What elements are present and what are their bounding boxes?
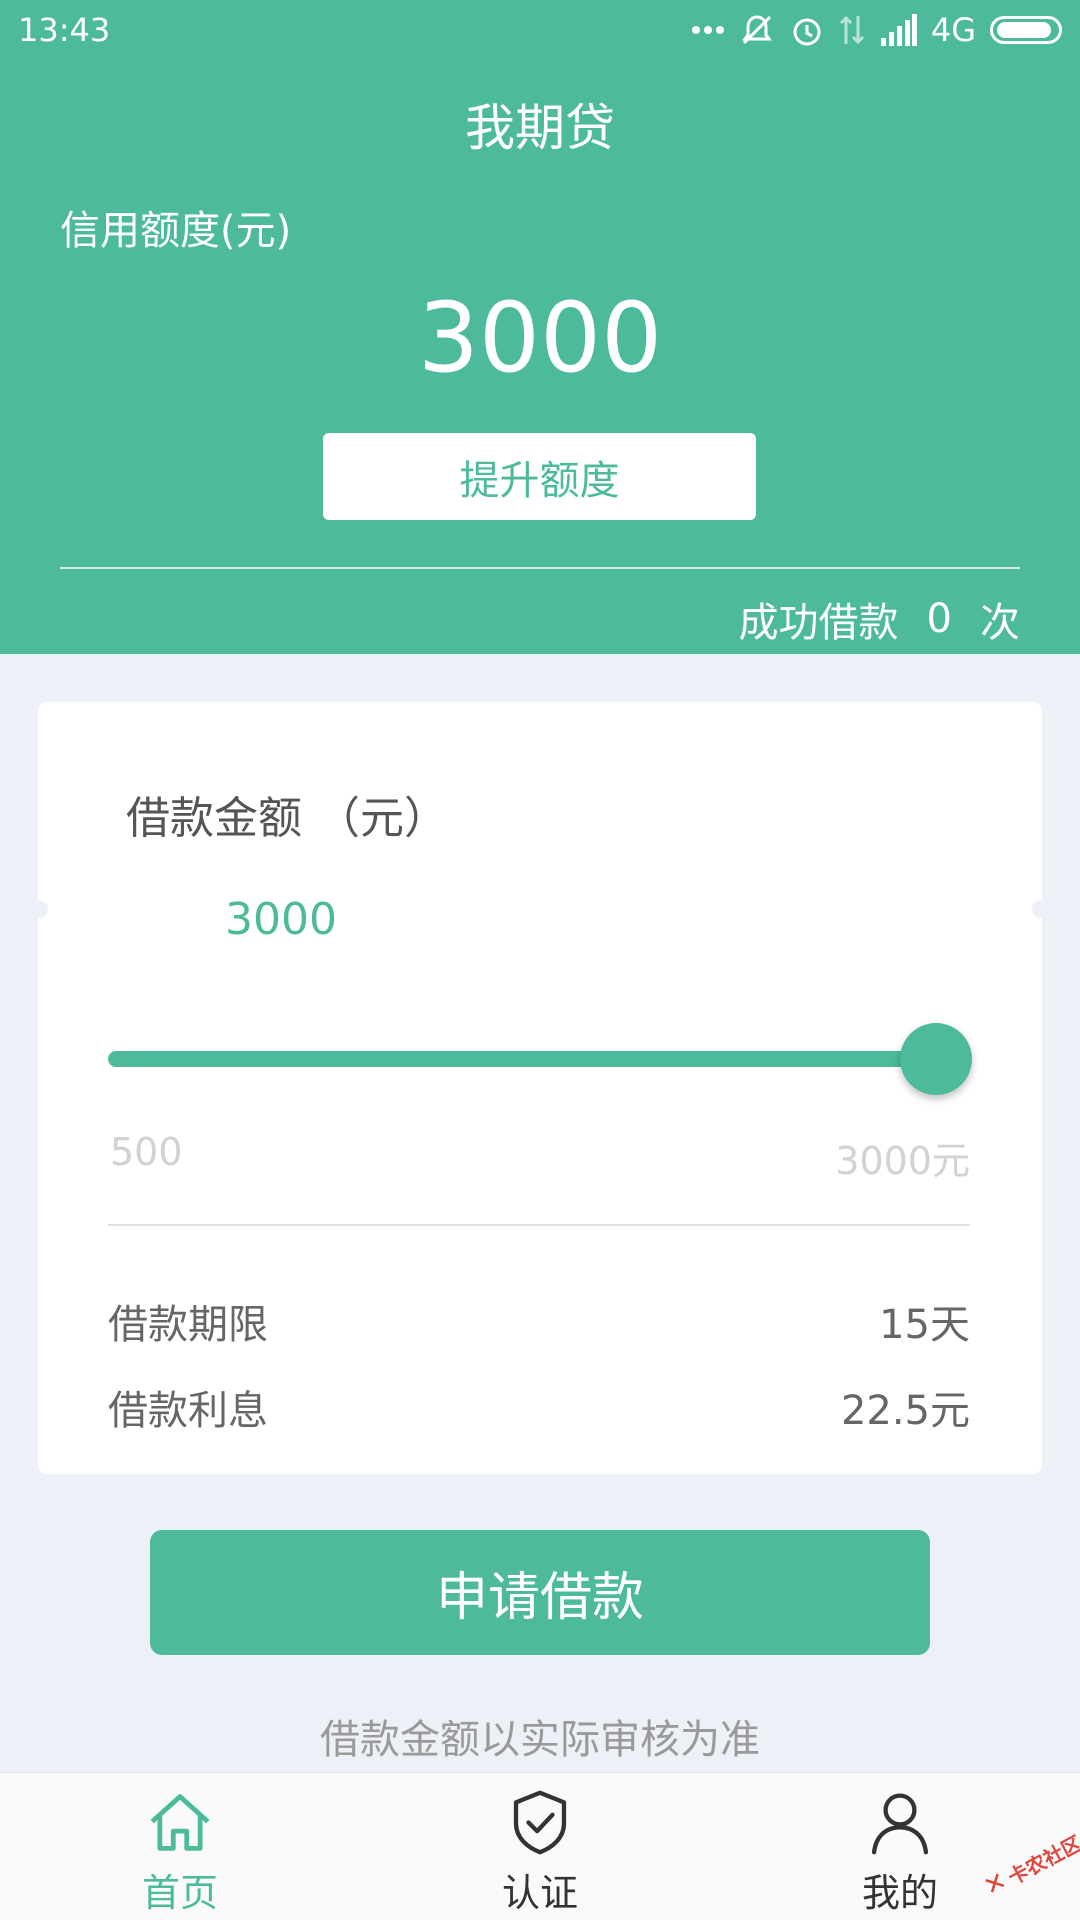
success-loans-unit: 次 — [980, 600, 1020, 646]
loan-interest-label: 借款利息 — [108, 1388, 268, 1434]
success-loans-row: 成功借款 0 次 — [739, 590, 1020, 648]
home-icon — [150, 1794, 210, 1851]
card-notch-left — [30, 900, 48, 918]
page-title: 我期贷 — [465, 99, 615, 157]
network-label: 4G — [930, 11, 976, 49]
success-loans-count: 0 — [926, 596, 952, 642]
card-notch-right — [1032, 900, 1050, 918]
signal-icon — [879, 12, 917, 48]
loan-interest-value: 22.5元 — [840, 1388, 970, 1434]
loan-amount-value: 3000 — [225, 894, 337, 945]
dots-icon — [691, 12, 725, 48]
alarm-icon — [789, 12, 825, 48]
card-divider — [108, 1224, 970, 1226]
status-bar: 13:43 4G — [0, 0, 1080, 60]
header: 13:43 4G 我期贷 信用额度(元) 3000 提升额度 成功借款 0 次 — [0, 0, 1080, 654]
loan-amount-label: 借款金额 （元） — [126, 793, 448, 844]
mute-icon — [739, 12, 775, 48]
tab-mine-label: 我的 — [861, 1871, 938, 1915]
success-loans-label: 成功借款 — [738, 600, 899, 646]
tab-certification-label: 认证 — [501, 1871, 578, 1915]
tab-mine[interactable]: 我的 — [800, 1787, 1000, 1917]
slider-min-label: 500 — [110, 1130, 183, 1174]
user-icon — [871, 1793, 929, 1855]
loan-term-value: 15天 — [879, 1302, 970, 1348]
tab-home-label: 首页 — [141, 1871, 218, 1915]
shield-check-icon — [513, 1790, 567, 1855]
slider-max-label: 3000元 — [835, 1139, 970, 1183]
loan-amount-slider[interactable] — [108, 1023, 972, 1095]
raise-limit-button[interactable]: 提升额度 — [323, 433, 756, 520]
data-icon — [839, 12, 865, 48]
tab-certification[interactable]: 认证 — [440, 1787, 640, 1917]
status-icons: 4G — [691, 11, 1062, 49]
bottom-tab-bar: 首页 认证 我的 — [0, 1772, 1080, 1920]
battery-icon — [990, 16, 1062, 44]
status-time: 13:43 — [18, 11, 111, 49]
header-divider — [60, 567, 1020, 569]
loan-note: 借款金额以实际审核为准 — [320, 1717, 760, 1763]
tab-home[interactable]: 首页 — [80, 1787, 280, 1917]
loan-card: 借款金额 （元） 3000 500 3000元 借款期限 15天 借款利息 22… — [38, 702, 1042, 1474]
loan-term-label: 借款期限 — [108, 1302, 268, 1348]
slider-thumb[interactable] — [900, 1023, 972, 1095]
loan-term-row: 借款期限 15天 — [108, 1292, 970, 1350]
loan-interest-row: 借款利息 22.5元 — [108, 1378, 970, 1436]
credit-limit-label: 信用额度(元) — [60, 208, 292, 254]
credit-limit-value: 3000 — [417, 282, 663, 394]
apply-loan-button[interactable]: 申请借款 — [150, 1530, 930, 1655]
